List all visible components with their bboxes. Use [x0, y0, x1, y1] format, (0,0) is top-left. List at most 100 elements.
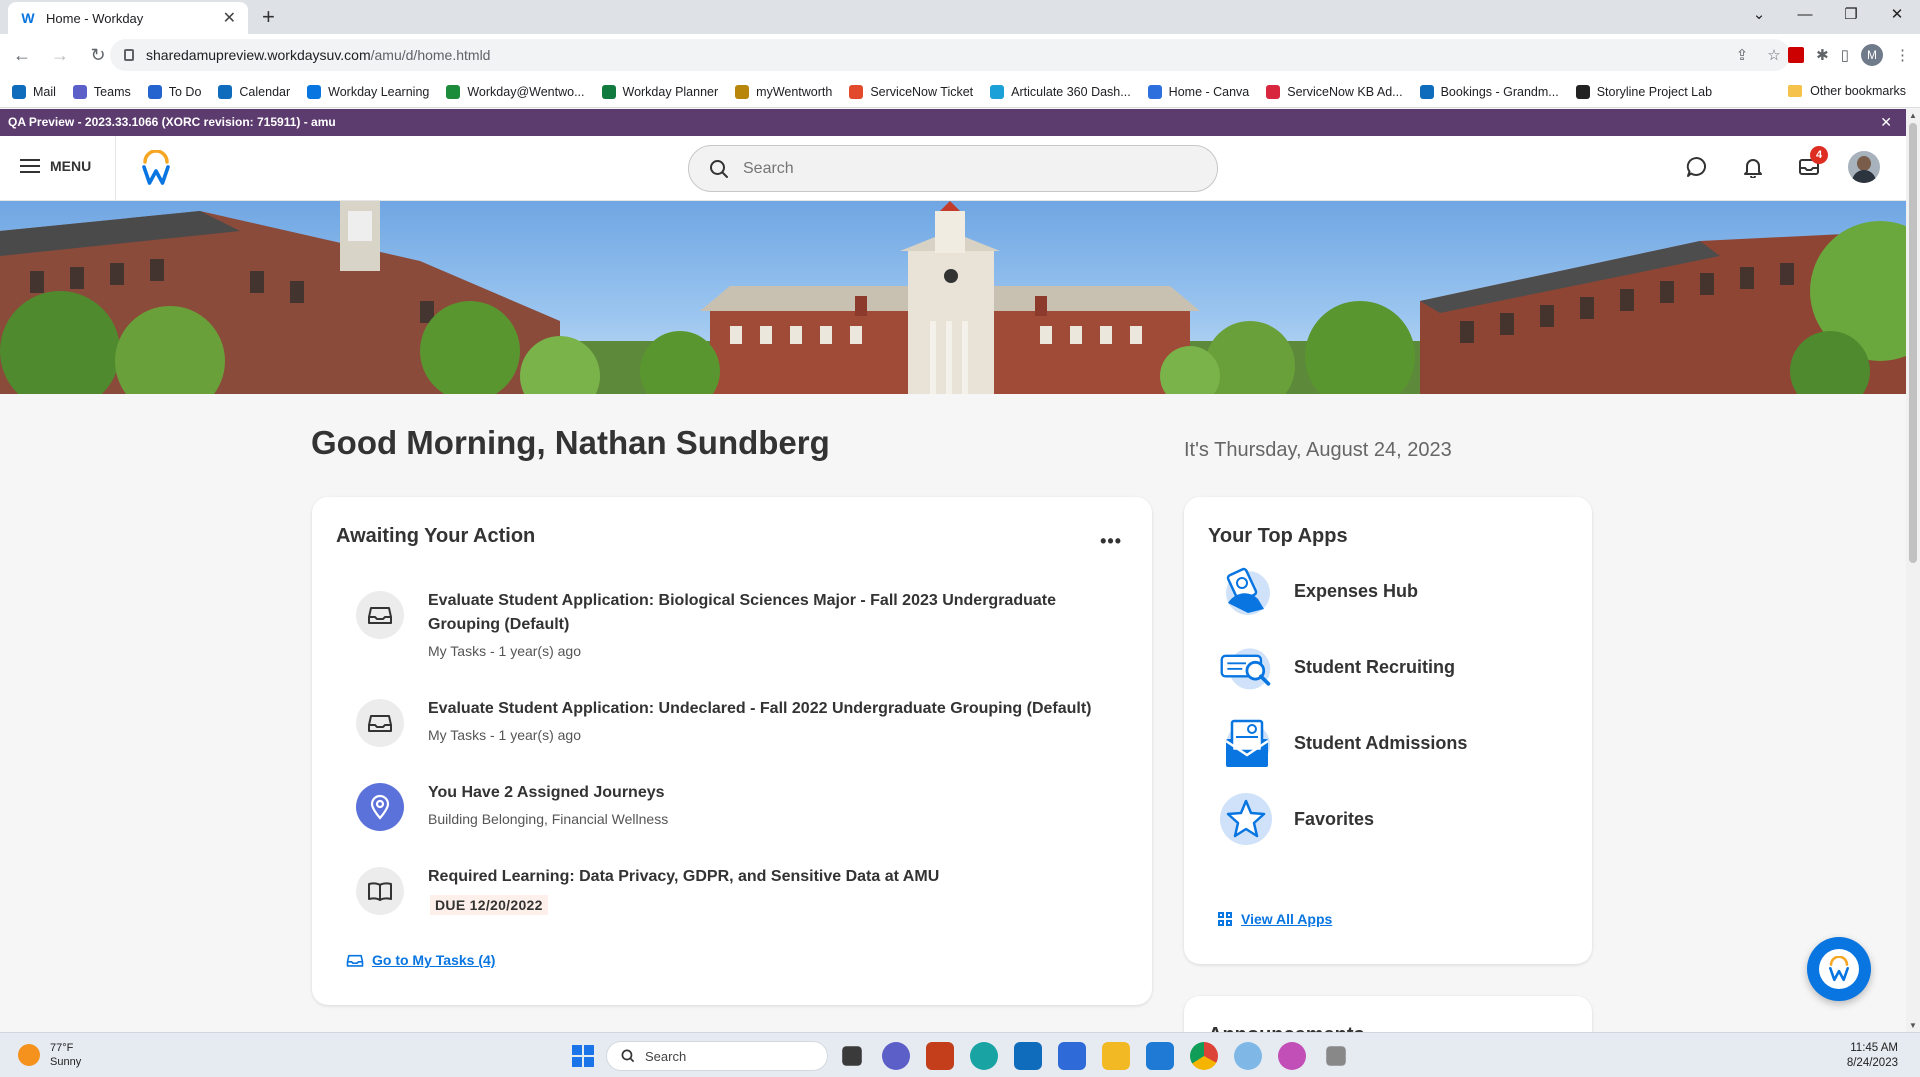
task-view-icon[interactable]: [842, 1046, 862, 1066]
store-icon[interactable]: [1058, 1042, 1086, 1070]
bookmark-item[interactable]: Bookings - Grandm...: [1419, 84, 1559, 99]
page-scrollbar[interactable]: ▲ ▼: [1906, 109, 1920, 1032]
address-bar[interactable]: sharedamupreview.workdaysuv.com/amu/d/ho…: [110, 39, 1790, 71]
bookmark-item[interactable]: Workday@Wentwo...: [446, 84, 585, 99]
bookmark-label: To Do: [168, 84, 202, 99]
storyline-icon[interactable]: [1278, 1042, 1306, 1070]
bookmark-item[interactable]: Articulate 360 Dash...: [990, 84, 1131, 99]
star-icon: [1218, 791, 1274, 847]
browser-toolbar: ← → ↻ sharedamupreview.workdaysuv.com/am…: [0, 34, 1920, 76]
bookmark-label: myWentworth: [756, 84, 833, 99]
windows-start-icon[interactable]: [572, 1045, 594, 1067]
close-window-icon[interactable]: ✕: [1874, 0, 1920, 30]
task-item[interactable]: You Have 2 Assigned Journeys Building Be…: [356, 781, 1096, 831]
powerpoint-icon[interactable]: [926, 1042, 954, 1070]
notifications-bell-icon[interactable]: [1736, 150, 1770, 184]
system-clock[interactable]: 11:45 AM 8/24/2023: [1847, 1041, 1898, 1071]
bookmark-label: Calendar: [239, 84, 291, 99]
qa-banner-text: QA Preview - 2023.33.1066 (XORC revision…: [8, 115, 336, 129]
profile-avatar[interactable]: M: [1861, 44, 1883, 66]
outlook-icon[interactable]: [1014, 1042, 1042, 1070]
task-title[interactable]: Required Learning: Data Privacy, GDPR, a…: [428, 865, 1096, 889]
weather-widget[interactable]: 77°F Sunny: [18, 1041, 81, 1069]
pdf-extension-icon[interactable]: [1788, 47, 1805, 63]
remote-desktop-icon[interactable]: [1146, 1042, 1174, 1070]
teams-chat-icon[interactable]: [882, 1042, 910, 1070]
bookmark-item[interactable]: ServiceNow Ticket: [849, 84, 973, 99]
extensions-puzzle-icon[interactable]: ✱: [1816, 46, 1829, 64]
bookmark-item[interactable]: myWentworth: [735, 84, 833, 99]
edge-icon[interactable]: [970, 1042, 998, 1070]
bookmark-item[interactable]: Mail: [12, 84, 56, 99]
view-all-apps-label[interactable]: View All Apps: [1241, 911, 1332, 927]
task-title[interactable]: Evaluate Student Application: Biological…: [428, 589, 1096, 637]
new-tab-icon[interactable]: +: [262, 4, 275, 30]
other-bookmarks-label: Other bookmarks: [1810, 84, 1906, 98]
bookmark-label: ServiceNow KB Ad...: [1287, 84, 1403, 99]
taskbar-search[interactable]: Search: [606, 1041, 828, 1071]
search-icon: [710, 159, 728, 178]
workday-assistant-button[interactable]: [1807, 937, 1871, 1001]
bookmark-item[interactable]: ServiceNow KB Ad...: [1266, 84, 1403, 99]
bookmark-item[interactable]: Home - Canva: [1147, 84, 1249, 99]
go-to-my-tasks-link[interactable]: Go to My Tasks (4): [346, 952, 495, 968]
side-panel-icon[interactable]: ▯: [1841, 46, 1849, 64]
forward-icon[interactable]: →: [44, 45, 76, 66]
chat-icon[interactable]: [1680, 150, 1714, 184]
snipping-tool-icon[interactable]: [1234, 1042, 1262, 1070]
app-student-admissions[interactable]: Student Admissions: [1218, 715, 1467, 771]
bookmark-favicon-icon: [601, 84, 616, 99]
workday-logo-icon[interactable]: [140, 150, 172, 186]
other-bookmarks[interactable]: Other bookmarks: [1788, 84, 1906, 98]
task-item[interactable]: Required Learning: Data Privacy, GDPR, a…: [356, 865, 1096, 915]
task-item[interactable]: Evaluate Student Application: Undeclared…: [356, 697, 1096, 747]
minimize-icon[interactable]: —: [1782, 0, 1828, 30]
file-explorer-icon[interactable]: [1102, 1042, 1130, 1070]
view-all-apps-link[interactable]: View All Apps: [1218, 911, 1332, 927]
inbox-icon[interactable]: 4: [1792, 146, 1828, 184]
scrollbar-thumb[interactable]: [1909, 123, 1917, 563]
campus-hero-image: [0, 201, 1906, 394]
share-icon[interactable]: ⇪: [1726, 46, 1758, 64]
hamburger-icon: [20, 159, 40, 173]
bookmark-item[interactable]: Teams: [72, 84, 131, 99]
task-title[interactable]: Evaluate Student Application: Undeclared…: [428, 697, 1096, 721]
app-favorites[interactable]: Favorites: [1218, 791, 1374, 847]
bookmark-item[interactable]: Workday Planner: [601, 84, 718, 99]
task-item[interactable]: Evaluate Student Application: Biological…: [356, 589, 1096, 659]
tab-close-icon[interactable]: ✕: [223, 8, 236, 28]
chrome-icon[interactable]: [1190, 1042, 1218, 1070]
extensions-area: ✱ ▯ M ⋮: [1788, 44, 1910, 66]
close-banner-icon[interactable]: ✕: [1880, 109, 1892, 136]
app-expenses-hub[interactable]: Expenses Hub: [1218, 563, 1418, 619]
bookmark-favicon-icon: [1575, 84, 1590, 99]
user-avatar[interactable]: [1848, 151, 1880, 183]
browser-menu-icon[interactable]: ⋮: [1895, 46, 1910, 64]
scroll-up-icon[interactable]: ▲: [1909, 111, 1917, 120]
app-label[interactable]: Expenses Hub: [1294, 581, 1418, 602]
task-title[interactable]: You Have 2 Assigned Journeys: [428, 781, 1096, 805]
bookmark-item[interactable]: Calendar: [218, 84, 291, 99]
menu-button[interactable]: MENU: [20, 158, 91, 174]
bookmark-item[interactable]: Storyline Project Lab: [1575, 84, 1712, 99]
app-student-recruiting[interactable]: Student Recruiting: [1218, 639, 1455, 695]
bookmark-item[interactable]: Workday Learning: [307, 84, 430, 99]
app-label[interactable]: Favorites: [1294, 809, 1374, 830]
microphone-icon[interactable]: [1326, 1046, 1346, 1066]
search-input[interactable]: [743, 159, 1163, 178]
back-icon[interactable]: ←: [6, 45, 38, 66]
go-to-my-tasks-label[interactable]: Go to My Tasks (4): [372, 952, 495, 968]
restore-icon[interactable]: ❐: [1828, 0, 1874, 30]
bookmark-label: Workday Learning: [328, 84, 430, 99]
tab-search-icon[interactable]: ⌄: [1736, 0, 1782, 30]
more-options-icon[interactable]: •••: [1100, 531, 1122, 552]
bookmark-item[interactable]: To Do: [147, 84, 202, 99]
browser-tab[interactable]: W Home - Workday ✕: [8, 2, 248, 34]
app-label[interactable]: Student Admissions: [1294, 733, 1467, 754]
app-label[interactable]: Student Recruiting: [1294, 657, 1455, 678]
current-date: It's Thursday, August 24, 2023: [1184, 439, 1452, 461]
scroll-down-icon[interactable]: ▼: [1909, 1021, 1917, 1030]
workday-favicon-icon: W: [21, 10, 35, 26]
global-search[interactable]: [688, 145, 1218, 192]
bookmark-star-icon[interactable]: ☆: [1758, 46, 1790, 64]
